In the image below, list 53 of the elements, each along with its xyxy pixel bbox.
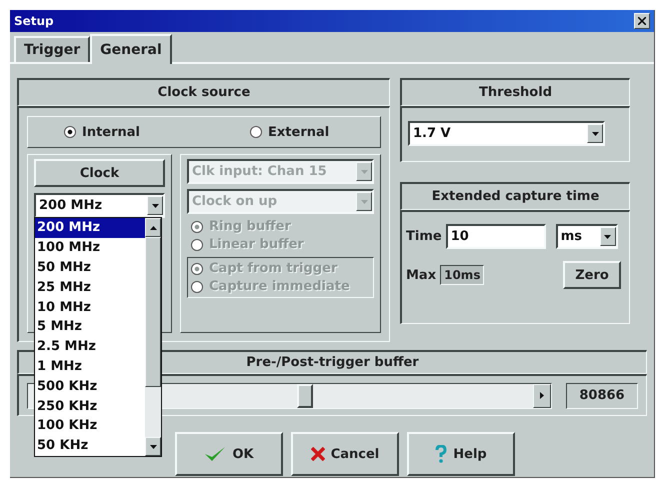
unit-dropdown[interactable]: ms (556, 224, 618, 249)
list-option[interactable]: 200 MHz (35, 218, 145, 238)
close-button[interactable] (634, 13, 650, 29)
cross-icon (310, 447, 325, 461)
right-arrow-icon (540, 392, 544, 399)
ok-button[interactable]: OK (175, 432, 283, 476)
window-title: Setup (14, 14, 54, 28)
list-option[interactable]: 5 MHz (35, 316, 145, 337)
clock-dropdown[interactable]: 200 MHz (34, 193, 165, 218)
down-arrow-icon (360, 200, 368, 204)
buffer-value: 80866 (566, 382, 638, 408)
time-field[interactable]: 10 (446, 224, 546, 249)
help-button[interactable]: Help (407, 432, 515, 476)
down-arrow-icon (150, 444, 156, 448)
tab[interactable]: General (90, 34, 172, 64)
list-option[interactable]: 100 KHz (35, 416, 145, 436)
list-option[interactable]: 50 KHz (35, 436, 145, 456)
group-header: Threshold (400, 78, 630, 106)
close-icon (638, 17, 646, 25)
section-header: Clock (34, 159, 165, 187)
group-header: Clock source (17, 78, 390, 106)
max-value: 10ms (440, 265, 484, 285)
radio-button[interactable] (64, 126, 76, 138)
dropdown-button[interactable] (587, 124, 603, 143)
tab[interactable]: Trigger (14, 36, 90, 62)
scrollbar[interactable] (145, 218, 161, 456)
list-option[interactable]: 250 KHz (35, 396, 145, 416)
list-option[interactable]: 500 KHz (35, 376, 145, 396)
threshold-dropdown[interactable]: 1.7 V (408, 121, 605, 146)
list-option[interactable]: 50 MHz (35, 258, 145, 278)
slider-thumb[interactable] (297, 384, 314, 408)
down-arrow-icon (152, 204, 158, 208)
list-option[interactable]: 25 MHz (35, 277, 145, 298)
list-option[interactable]: 10 MHz (35, 297, 145, 317)
radio-option[interactable]: External (250, 124, 330, 140)
question-mark-icon (435, 445, 448, 463)
cancel-button[interactable]: Cancel (291, 432, 399, 476)
field-label: Max (406, 268, 436, 282)
checkmark-icon (204, 446, 226, 462)
dropdown-button[interactable] (147, 196, 163, 215)
up-arrow-icon (150, 226, 156, 230)
radio-button[interactable] (250, 126, 262, 138)
list-option[interactable]: 100 MHz (35, 238, 145, 258)
radio-option[interactable]: Internal (64, 124, 140, 140)
scroll-right-button[interactable] (533, 384, 551, 408)
down-arrow-icon (592, 132, 598, 136)
down-arrow-icon (360, 170, 368, 174)
dropdown-button[interactable] (600, 227, 616, 246)
field-label: Time (406, 229, 442, 244)
list-option[interactable]: 1 MHz (35, 356, 145, 376)
down-arrow-icon (604, 234, 612, 238)
group-header: Extended capture time (400, 182, 630, 210)
zero-button[interactable]: Zero (563, 261, 621, 289)
